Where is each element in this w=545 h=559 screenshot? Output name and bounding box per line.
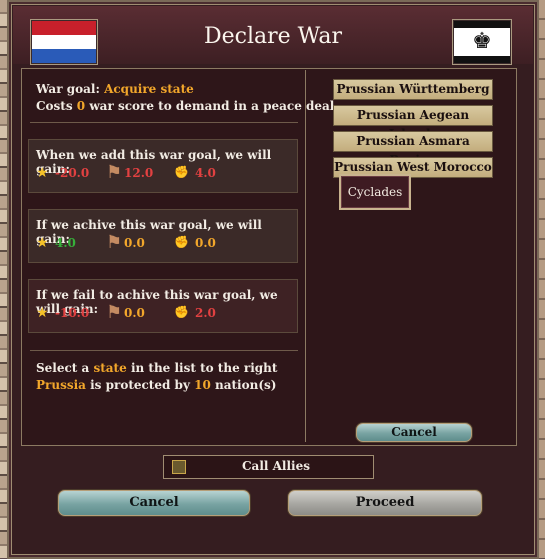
select-suffix: in the list to the right (130, 361, 278, 375)
separator (30, 122, 298, 123)
eagle-icon: ♚ (472, 29, 492, 54)
cancel-button[interactable]: Cancel (58, 490, 250, 516)
war-goal-value: Acquire state (104, 82, 194, 96)
select-word: state (93, 361, 127, 375)
separator (30, 350, 298, 351)
war-goal-line: War goal: Acquire state (36, 82, 194, 96)
prestige-value: 4.0 (55, 236, 76, 250)
gain-box-fail: If we fail to achive this war goal, we w… (28, 279, 298, 333)
militancy-icon: ✊ (174, 305, 189, 319)
state-item[interactable]: Prussian Aegean Islands (333, 105, 493, 141)
selected-state-item[interactable]: Cyclades (339, 174, 411, 210)
title-bar: Declare War ♚ (13, 6, 533, 64)
prestige-icon: ★ (36, 165, 49, 181)
call-allies-toggle[interactable]: Call Allies (163, 455, 374, 479)
gain-box-achieve: If we achive this war goal, we will gain… (28, 209, 298, 263)
panel-divider (305, 70, 306, 442)
prestige-icon: ★ (36, 305, 49, 321)
state-item[interactable]: Prussian Asmara Region (333, 131, 493, 167)
select-prefix: Select a (36, 361, 90, 375)
proceed-button[interactable]: Proceed (288, 490, 482, 516)
militancy-icon: ✊ (174, 165, 189, 179)
militancy-icon: ✊ (174, 235, 189, 249)
call-allies-label: Call Allies (242, 459, 310, 473)
select-hint: Select a state in the list to the right (36, 361, 277, 375)
protection-line: Prussia is protected by 10 nation(s) (36, 378, 276, 392)
list-cancel-button[interactable]: Cancel (356, 423, 472, 442)
prestige-icon: ★ (36, 235, 49, 251)
costs-line: Costs 0 war score to demand in a peace d… (36, 99, 334, 113)
infamy-icon: ⚑ (106, 302, 123, 323)
militancy-value: 0.0 (195, 236, 216, 250)
infamy-icon: ⚑ (106, 232, 123, 253)
costs-suffix: war score to demand in a peace deal (89, 99, 335, 113)
costs-value: 0 (76, 99, 86, 113)
infamy-value: 12.0 (124, 166, 154, 180)
militancy-value: 2.0 (195, 306, 216, 320)
war-goal-label: War goal: (36, 82, 100, 96)
infamy-value: 0.0 (124, 236, 145, 250)
infamy-value: 0.0 (124, 306, 145, 320)
country-name: Prussia (36, 378, 86, 392)
protected-count: 10 (194, 378, 211, 392)
gain-box-add: When we add this war goal, we will gain:… (28, 139, 298, 193)
prestige-value: -10.0 (55, 306, 90, 320)
infamy-icon: ⚑ (106, 162, 123, 183)
militancy-value: 4.0 (195, 166, 216, 180)
prestige-value: -20.0 (55, 166, 90, 180)
costs-prefix: Costs (36, 99, 73, 113)
state-item[interactable]: Prussian Württemberg (333, 79, 493, 100)
prussia-flag: ♚ (453, 20, 511, 64)
protected-text: is protected by (90, 378, 190, 392)
call-allies-checkbox[interactable] (172, 460, 186, 474)
protected-suffix: nation(s) (215, 378, 277, 392)
